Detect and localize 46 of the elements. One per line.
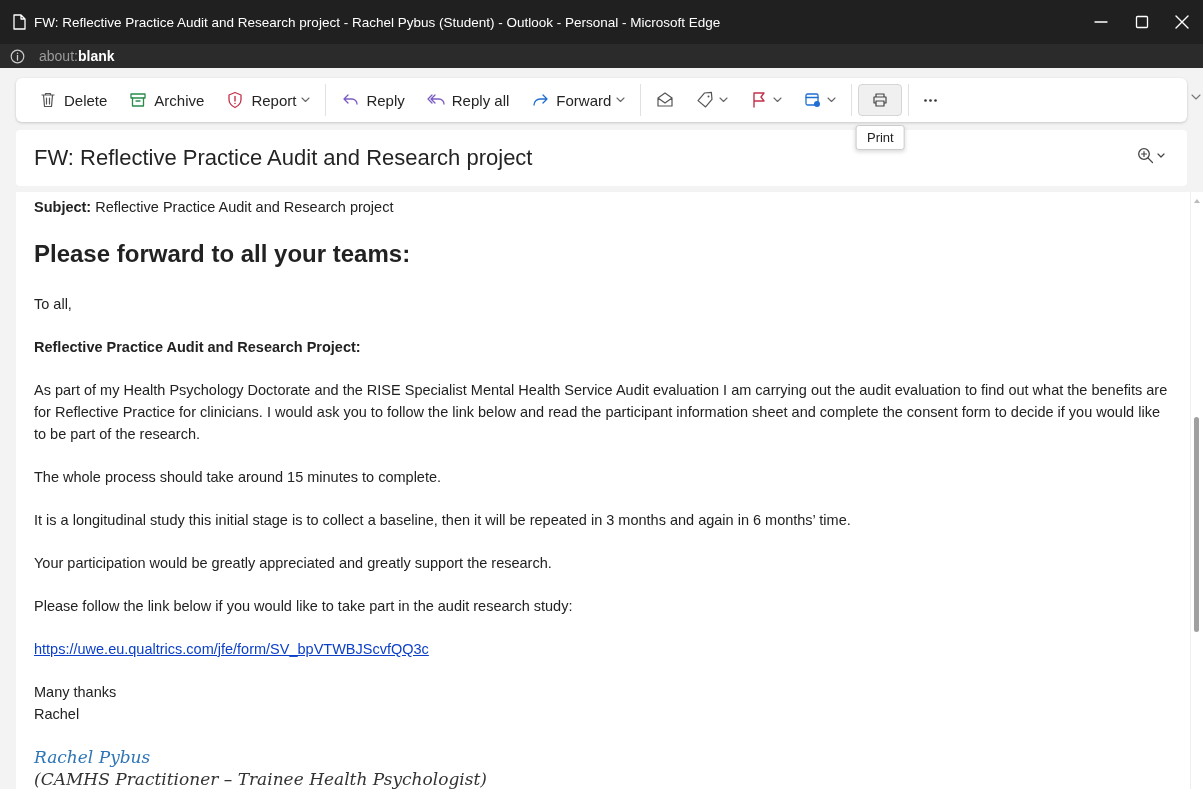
- caret-icon: [301, 97, 311, 103]
- url-host: blank: [77, 48, 115, 64]
- toolbar-button[interactable]: Delete: [30, 84, 117, 116]
- toolbar-button[interactable]: Reply all: [417, 84, 519, 116]
- shield-icon: [226, 91, 245, 109]
- window-title: FW: Reflective Practice Audit and Research project - Rachel Pybus (Student) - Outlook - Personal - Microsoft Edge: [34, 14, 722, 30]
- tag-icon: [696, 91, 715, 109]
- caret-icon: [773, 97, 783, 103]
- envelope-icon: [656, 91, 675, 109]
- body-text: To all,: [34, 295, 73, 314]
- body-text: Many thanks: [34, 683, 118, 702]
- signature-name: Rachel Pybus: [34, 746, 152, 768]
- survey-link[interactable]: https://uwe.eu.qualtrics.com/jfe/form/SV_bpVTWBJScvfQQ3c: [34, 641, 429, 657]
- scroll-up-icon: [1193, 198, 1201, 204]
- url-scheme: about:: [39, 48, 78, 64]
- toolbar-button[interactable]: Forward: [522, 84, 635, 116]
- archive-icon: [129, 91, 148, 109]
- toolbar-button[interactable]: Archive: [120, 84, 214, 116]
- maximize-icon[interactable]: [1135, 15, 1149, 29]
- caret-icon: [719, 97, 729, 103]
- toolbar-button[interactable]: Report: [217, 84, 320, 116]
- chevron-down-icon[interactable]: [1191, 94, 1201, 101]
- body-text: Reflective Practice Audit and Research Project:: [34, 338, 362, 357]
- page-icon: [12, 14, 26, 30]
- body-text: It is a longitudinal study this initial stage is to collect a baseline, then it will be repeated in 3 months and again in 6 months’ time.: [34, 511, 852, 530]
- trash-icon: [39, 91, 57, 109]
- calendar-gear-icon: [804, 91, 823, 109]
- body-text: The whole process should take around 15 minutes to complete.: [34, 468, 443, 487]
- caret-icon: [827, 97, 837, 103]
- signature-title: (CAMHS Practitioner – Trainee Health Psychologist): [34, 768, 488, 789]
- zoom-icon[interactable]: [1137, 147, 1165, 165]
- body-text: Rachel: [34, 705, 81, 724]
- message-subject: FW: Reflective Practice Audit and Research project: [34, 145, 534, 171]
- close-icon[interactable]: [1175, 15, 1189, 29]
- more-icon: [924, 98, 938, 102]
- tooltip: Print: [855, 125, 905, 150]
- scrollbar-thumb[interactable]: [1194, 417, 1199, 632]
- info-icon: [10, 48, 25, 64]
- body-text: Please follow the link below if you would like to take part in the audit research study:: [34, 597, 574, 616]
- body-heading: Please forward to all your teams:: [34, 239, 412, 269]
- caret-icon: [616, 97, 626, 103]
- printer-icon: [871, 91, 890, 109]
- body-text: Subject: Reflective Practice Audit and Research project: [34, 198, 395, 217]
- body-text: Your participation would be greatly appreciated and greatly support the research.: [34, 554, 553, 573]
- body-text: As part of my Health Psychology Doctorate and the RISE Specialist Mental Health Service Audit evaluation I am carrying out the audit evaluation to find out what the benefits are for Reflective Practice for clinicians. I would ask you to follow the link below and read the participant information sheet and complete the consent form to decide if you would like to be part of the research.: [34, 381, 1169, 444]
- toolbar-button[interactable]: Reply: [332, 84, 414, 116]
